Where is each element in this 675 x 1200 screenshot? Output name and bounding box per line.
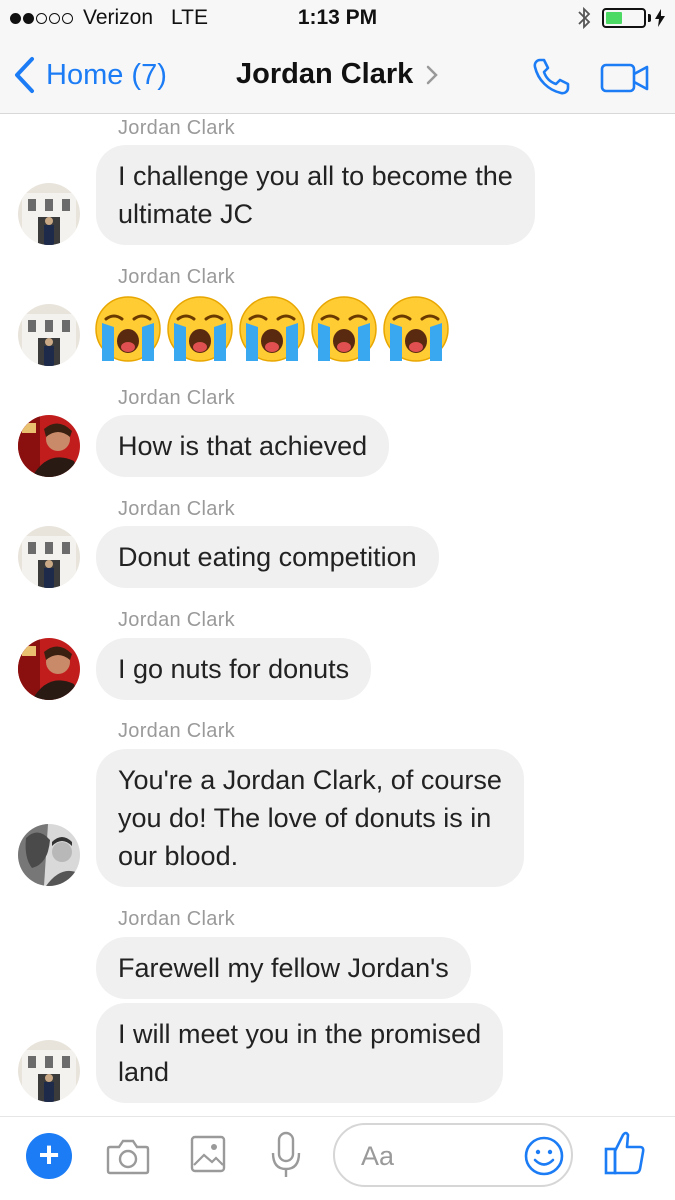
chevron-left-icon <box>15 57 34 93</box>
chevron-right-icon <box>427 65 439 84</box>
message-line: you do! The love of donuts is in <box>118 803 492 833</box>
loudly-crying-face-icon <box>382 295 450 363</box>
message-list[interactable]: Jordan Clark I challenge you all to beco… <box>0 115 675 1115</box>
status-right <box>576 6 665 30</box>
avatar-red-image <box>18 638 80 700</box>
avatar[interactable] <box>18 183 80 245</box>
avatar[interactable] <box>18 824 80 886</box>
add-more-button[interactable]: + <box>26 1133 72 1179</box>
message-line: Farewell my fellow Jordan's <box>118 953 449 983</box>
battery-icon <box>602 8 646 28</box>
message-bubble[interactable]: You're a Jordan Clark, of course you do!… <box>96 749 524 887</box>
avatar-building-image <box>18 183 80 245</box>
message-bubble[interactable]: I challenge you all to become the ultima… <box>96 145 535 245</box>
emoji-message[interactable] <box>92 293 452 365</box>
message-bubble[interactable]: I go nuts for donuts <box>96 638 372 700</box>
message-bubble[interactable]: I will meet you in the promised land <box>96 1003 504 1103</box>
loudly-crying-face-icon <box>310 295 378 363</box>
sender-name: Jordan Clark <box>118 117 235 139</box>
back-label: Home (7) <box>46 58 167 91</box>
video-call-icon[interactable] <box>600 62 650 94</box>
avatar-red-image <box>18 415 80 477</box>
thumbs-up-icon[interactable] <box>604 1129 646 1175</box>
loudly-crying-face-icon <box>94 295 162 363</box>
sender-name: Jordan Clark <box>118 720 235 742</box>
charging-bolt-icon <box>655 9 665 27</box>
message-line: land <box>118 1057 170 1087</box>
avatar-building-image <box>18 1040 80 1102</box>
back-button[interactable]: Home (7) <box>12 56 167 94</box>
emoji-picker-icon[interactable] <box>523 1135 565 1177</box>
camera-icon[interactable] <box>106 1137 150 1175</box>
phone-call-icon[interactable] <box>530 56 572 98</box>
composer: + Aa <box>0 1116 675 1200</box>
avatar[interactable] <box>18 1040 80 1102</box>
avatar-building-image <box>18 526 80 588</box>
message-line: Donut eating competition <box>118 542 417 572</box>
sender-name: Jordan Clark <box>118 609 235 631</box>
message-line: How is that achieved <box>118 431 368 461</box>
battery-tip <box>648 14 651 22</box>
loudly-crying-face-icon <box>166 295 234 363</box>
message-bubble[interactable]: Farewell my fellow Jordan's <box>96 937 471 999</box>
message-line: ultimate JC <box>118 199 254 229</box>
conversation-title[interactable]: Jordan Clark <box>236 58 439 91</box>
bluetooth-icon <box>578 6 591 30</box>
nav-bar: Home (7) Jordan Clark <box>0 38 675 114</box>
sender-name: Jordan Clark <box>118 908 235 930</box>
battery-level <box>606 12 623 24</box>
sender-name: Jordan Clark <box>118 266 235 288</box>
avatar-building-image <box>18 304 80 366</box>
loudly-crying-face-icon <box>238 295 306 363</box>
status-time: 1:13 PM <box>297 6 378 29</box>
status-bar: Verizon LTE 1:13 PM <box>0 0 675 38</box>
conversation-title-text: Jordan Clark <box>236 58 414 90</box>
sender-name: Jordan Clark <box>118 498 235 520</box>
message-line: You're a Jordan Clark, of course <box>118 765 502 795</box>
message-line: our blood. <box>118 841 239 871</box>
message-input-placeholder: Aa <box>361 1141 395 1171</box>
message-bubble[interactable]: How is that achieved <box>96 415 390 477</box>
microphone-icon[interactable] <box>270 1131 302 1179</box>
message-line: I go nuts for donuts <box>118 654 350 684</box>
sender-name: Jordan Clark <box>118 387 235 409</box>
avatar[interactable] <box>18 304 80 366</box>
photo-gallery-icon[interactable] <box>190 1135 226 1173</box>
avatar[interactable] <box>18 526 80 588</box>
message-bubble[interactable]: Donut eating competition <box>96 526 439 588</box>
message-input[interactable]: Aa <box>333 1123 573 1187</box>
avatar[interactable] <box>18 415 80 477</box>
message-line: I challenge you all to become the <box>118 161 513 191</box>
message-line: I will meet you in the promised <box>118 1019 482 1049</box>
avatar-bw-image <box>18 824 80 886</box>
avatar[interactable] <box>18 638 80 700</box>
